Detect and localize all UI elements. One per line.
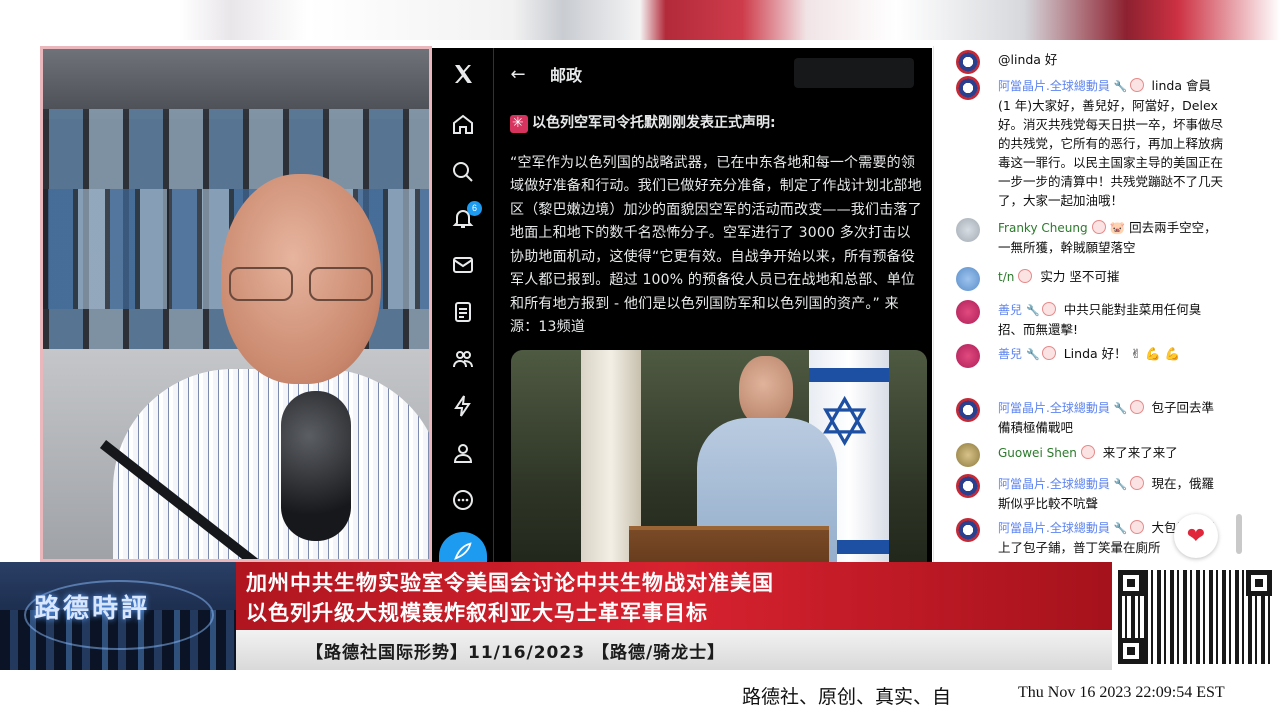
compose-post-button[interactable]: [439, 532, 487, 563]
chat-author[interactable]: 阿當晶片.全球總動員: [998, 521, 1110, 535]
chat-author[interactable]: 善兒: [998, 347, 1022, 361]
photo-podium: [629, 526, 829, 563]
x-browser-panel: 6 ← 邮政 ✳ 以色列空军司令托默刚刚发表正式声明: “空军作为以色列国的战略…: [432, 48, 932, 563]
qr-code: [1114, 566, 1276, 668]
tweet-heading-text: 以色列空军司令托默刚刚发表正式声明:: [532, 115, 776, 131]
episode-subline: 【路德社国际形势】11/16/2023 【路德/骑龙士】: [306, 643, 726, 663]
avatar: [956, 474, 980, 498]
chat-author[interactable]: Franky Cheung: [998, 221, 1088, 235]
clock: Thu Nov 16 2023 22:09:54 EST: [1018, 684, 1225, 701]
eight-spoked-asterisk-icon: [510, 112, 528, 135]
header-blurred-area: [794, 58, 914, 88]
mail-icon[interactable]: [445, 247, 481, 283]
people-icon[interactable]: [445, 341, 481, 377]
member-badge-icon: [1018, 269, 1033, 283]
show-logo: 路德時評: [0, 562, 236, 670]
logo-text: 路德時評: [34, 594, 151, 624]
member-badge-icon: [1129, 520, 1144, 534]
chat-author[interactable]: t/n: [998, 270, 1014, 284]
heart-reaction-button[interactable]: ❤: [1174, 514, 1218, 558]
ticker-text: 路德社、原创、真实、自: [742, 686, 952, 708]
member-badge-icon: [1129, 400, 1144, 414]
wrench-icon: 🔧: [1113, 402, 1128, 415]
tweet-body: “空军作为以色列国的战略武器，已在中东各地和每一个需要的领域做好准备和行动。我们…: [510, 154, 922, 336]
lightning-icon[interactable]: [445, 388, 481, 424]
tweet-photo[interactable]: ✡: [511, 350, 927, 563]
chat-author[interactable]: 阿當晶片.全球總動員: [998, 79, 1110, 93]
profile-icon[interactable]: [445, 435, 481, 471]
notification-badge: 6: [467, 201, 482, 216]
list-icon[interactable]: [445, 294, 481, 330]
subline-box: 【路德社国际形势】11/16/2023 【路德/骑龙士】: [236, 630, 1112, 670]
feather-icon: [454, 542, 472, 560]
x-logo-icon[interactable]: [445, 56, 481, 92]
stream-frame: 6 ← 邮政 ✳ 以色列空军司令托默刚刚发表正式声明: “空军作为以色列国的战略…: [0, 0, 1280, 720]
avatar: [956, 76, 980, 100]
wrench-icon: 🔧: [1113, 478, 1128, 491]
avatar: [956, 398, 980, 422]
chat-author[interactable]: 阿當晶片.全球總動員: [998, 477, 1110, 491]
webcam-feed: [40, 46, 432, 562]
lower-third-banner: 路德時評 加州中共生物实验室令美国会讨论中共生物战对准美国 以色列升级大规模轰炸…: [0, 562, 1280, 672]
bottom-ticker: 路德社、原创、真实、自 Thu Nov 16 2023 22:09:54 EST: [0, 672, 1280, 720]
member-badge-icon: [1080, 445, 1095, 459]
avatar: [956, 50, 980, 74]
member-badge-icon: [1129, 78, 1144, 92]
wrench-icon: 🔧: [1026, 304, 1040, 317]
member-badge-icon: [1091, 220, 1106, 234]
more-icon[interactable]: [445, 482, 481, 518]
chat-scrollbar[interactable]: [1236, 514, 1242, 554]
search-icon[interactable]: [445, 154, 481, 190]
chat-author[interactable]: Guowei Shen: [998, 446, 1077, 460]
back-arrow-icon[interactable]: ←: [494, 64, 542, 85]
chat-message-text: 实力 坚不可摧: [1040, 269, 1120, 284]
chat-author[interactable]: 善兒: [998, 303, 1022, 317]
tweet-heading: 以色列空军司令托默刚刚发表正式声明:: [510, 112, 922, 136]
home-icon[interactable]: [445, 106, 481, 142]
avatar: [956, 300, 980, 324]
chat-message-text: @linda 好: [998, 52, 1058, 67]
tweet-content: 以色列空军司令托默刚刚发表正式声明: “空军作为以色列国的战略武器，已在中东各地…: [510, 112, 922, 340]
chat-message-text: Linda 好！ ✌ 💪 💪: [1063, 346, 1181, 361]
host-glasses: [223, 267, 379, 303]
top-decorative-band: [0, 0, 1280, 40]
pig-emoji-icon: 🐷: [1109, 220, 1126, 235]
headline-line-1: 加州中共生物实验室令美国会讨论中共生物战对准美国: [246, 571, 774, 595]
member-badge-icon: [1041, 302, 1056, 316]
avatar: [956, 518, 980, 542]
post-header: ← 邮政: [494, 48, 932, 100]
chat-message-text: 来了来了来了: [1102, 445, 1178, 460]
microphone: [281, 391, 351, 541]
x-nav-rail: 6: [432, 48, 494, 563]
avatar: [956, 218, 980, 242]
headline-line-2: 以色列升级大规模轰炸叙利亚大马士革军事目标: [246, 601, 708, 625]
avatar: [956, 443, 980, 467]
host-shirt: [113, 369, 429, 559]
chat-message-text: linda 會員 (1 年)大家好，善兒好，阿當好，Delex好。消灭共残党每天…: [998, 78, 1224, 208]
member-badge-icon: [1129, 476, 1144, 490]
avatar: [956, 344, 980, 368]
wrench-icon: 🔧: [1026, 348, 1040, 361]
wrench-icon: 🔧: [1113, 80, 1128, 93]
bell-icon[interactable]: 6: [445, 200, 482, 236]
headline-box: 加州中共生物实验室令美国会讨论中共生物战对准美国 以色列升级大规模轰炸叙利亚大马…: [236, 562, 1112, 630]
wrench-icon: 🔧: [1113, 522, 1128, 535]
avatar: [956, 267, 980, 291]
post-header-title: 邮政: [550, 66, 583, 85]
member-badge-icon: [1041, 346, 1056, 360]
chat-author[interactable]: 阿當晶片.全球總動員: [998, 401, 1110, 415]
live-chat-panel: @linda 好 阿當晶片.全球總動員 🔧 linda 會員 (1 年)大家好，善…: [933, 46, 1246, 564]
